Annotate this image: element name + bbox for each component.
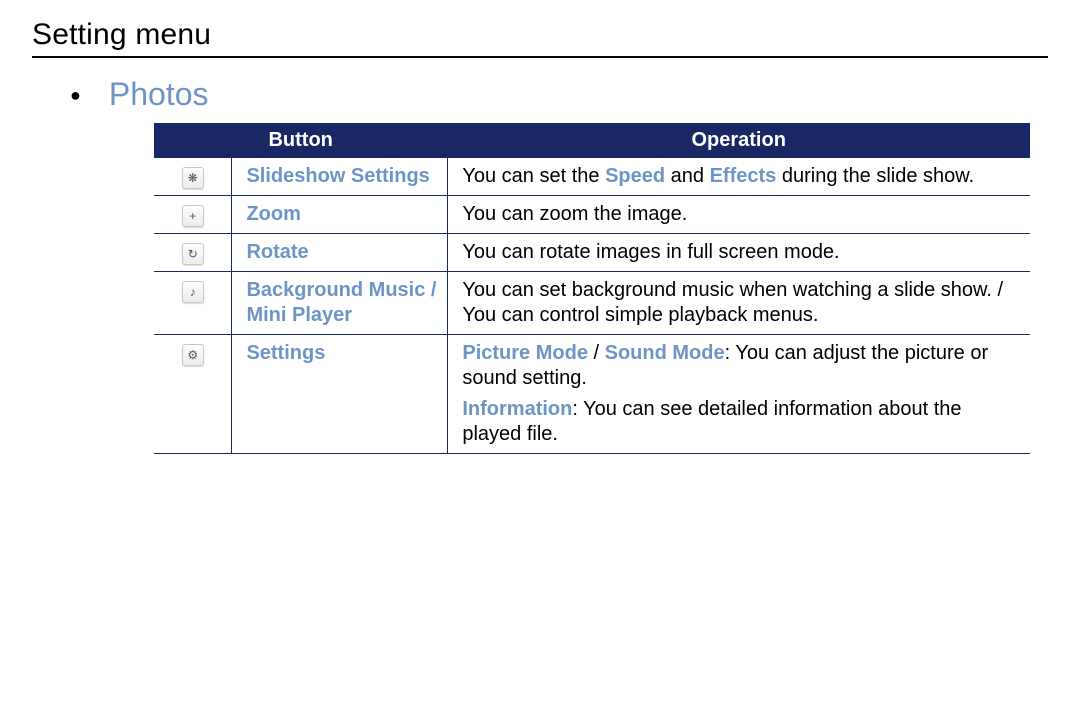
text-fragment: Rotate bbox=[246, 241, 308, 263]
button-icon-cell: + bbox=[154, 196, 232, 234]
text-fragment: You can set background music when watchi… bbox=[462, 279, 1003, 326]
text-fragment: Slideshow Settings bbox=[246, 165, 429, 187]
music-icon: ♪ bbox=[182, 281, 204, 303]
text-fragment: Effects bbox=[710, 165, 777, 187]
button-icon-cell: ↻ bbox=[154, 234, 232, 272]
text-fragment: Settings bbox=[246, 342, 325, 364]
operation-paragraph: Picture Mode / Sound Mode: You can adjus… bbox=[462, 341, 1019, 391]
section-title: Photos bbox=[109, 76, 209, 113]
section-header: ● Photos bbox=[32, 76, 1048, 113]
page-title: Setting menu bbox=[32, 18, 1048, 58]
button-name-cell: Zoom bbox=[232, 196, 448, 234]
operation-cell: You can zoom the image. bbox=[448, 196, 1030, 234]
operation-paragraph: You can rotate images in full screen mod… bbox=[462, 240, 1019, 265]
bullet-icon: ● bbox=[70, 85, 81, 106]
operation-cell: You can set background music when watchi… bbox=[448, 272, 1030, 335]
header-operation: Operation bbox=[448, 123, 1030, 158]
button-name-cell: Slideshow Settings bbox=[232, 158, 448, 196]
operation-cell: You can set the Speed and Effects during… bbox=[448, 158, 1030, 196]
table-row: ❋ Slideshow Settings You can set the Speed… bbox=[154, 158, 1030, 196]
zoom-icon: + bbox=[182, 205, 204, 227]
text-fragment: / bbox=[425, 279, 436, 301]
button-name-cell: Settings bbox=[232, 335, 448, 454]
table-row: + Zoom You can zoom the image. bbox=[154, 196, 1030, 234]
text-fragment: Sound Mode bbox=[605, 342, 725, 364]
slideshow-icon: ❋ bbox=[182, 167, 204, 189]
text-fragment: Mini Player bbox=[246, 304, 352, 326]
button-icon-cell: ❋ bbox=[154, 158, 232, 196]
operation-cell: You can rotate images in full screen mod… bbox=[448, 234, 1030, 272]
operation-paragraph: You can zoom the image. bbox=[462, 202, 1019, 227]
text-fragment: You can rotate images in full screen mod… bbox=[462, 241, 839, 263]
table-row: ♪ Background Music / Mini Player You can s… bbox=[154, 272, 1030, 335]
text-fragment: and bbox=[665, 165, 709, 187]
header-button: Button bbox=[154, 123, 448, 158]
settings-icon: ⚙ bbox=[182, 344, 204, 366]
text-fragment: Background Music bbox=[246, 279, 425, 301]
text-fragment: during the slide show. bbox=[776, 165, 974, 187]
text-fragment: You can zoom the image. bbox=[462, 203, 687, 225]
button-icon-cell: ⚙ bbox=[154, 335, 232, 454]
text-fragment: Information bbox=[462, 398, 572, 420]
rotate-icon: ↻ bbox=[182, 243, 204, 265]
operation-cell: Picture Mode / Sound Mode: You can adjus… bbox=[448, 335, 1030, 454]
operation-paragraph: Information: You can see detailed inform… bbox=[462, 397, 1019, 447]
text-fragment: Speed bbox=[605, 165, 665, 187]
text-fragment: Picture Mode bbox=[462, 342, 588, 364]
button-icon-cell: ♪ bbox=[154, 272, 232, 335]
photos-table: Button Operation ❋ Slideshow Settings You … bbox=[154, 123, 1030, 454]
text-fragment: You can set the bbox=[462, 165, 605, 187]
button-name-cell: Rotate bbox=[232, 234, 448, 272]
text-fragment: / bbox=[588, 342, 605, 364]
operation-paragraph: You can set the Speed and Effects during… bbox=[462, 164, 1019, 189]
table-row: ⚙ Settings Picture Mode / Sound Mode: You … bbox=[154, 335, 1030, 454]
button-name-cell: Background Music / Mini Player bbox=[232, 272, 448, 335]
operation-paragraph: You can set background music when watchi… bbox=[462, 278, 1019, 328]
table-row: ↻ Rotate You can rotate images in full scr… bbox=[154, 234, 1030, 272]
text-fragment: Zoom bbox=[246, 203, 300, 225]
